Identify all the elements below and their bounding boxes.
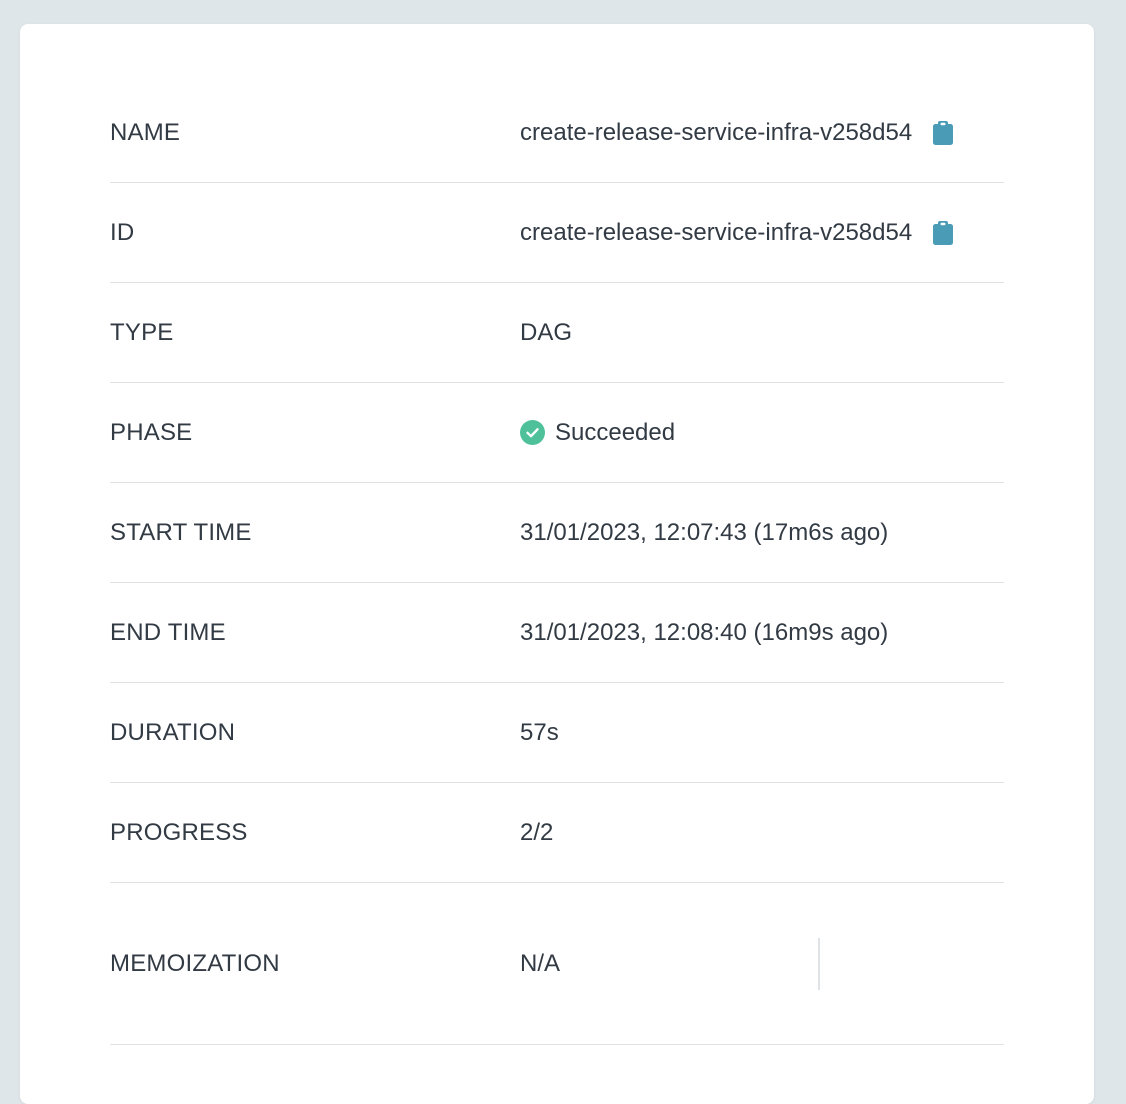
- name-value-group: create-release-service-infra-v258d54: [520, 119, 954, 147]
- detail-row-start-time: START TIME 31/01/2023, 12:07:43 (17m6s a…: [110, 483, 1004, 583]
- progress-value: 2/2: [520, 818, 554, 846]
- detail-row-duration: DURATION 57s: [110, 683, 1004, 783]
- start-time-value: 31/01/2023, 12:07:43 (17m6s ago): [520, 518, 889, 546]
- details-list: NAME create-release-service-infra-v258d5…: [110, 83, 1004, 1045]
- phase-value-group: Succeeded: [520, 419, 675, 447]
- type-value: DAG: [520, 318, 573, 346]
- phase-label: PHASE: [110, 418, 193, 446]
- detail-row-memoization: MEMOIZATION N/A: [110, 883, 1004, 1045]
- end-time-value: 31/01/2023, 12:08:40 (16m9s ago): [520, 618, 889, 646]
- detail-row-progress: PROGRESS 2/2: [110, 783, 1004, 883]
- id-value-group: create-release-service-infra-v258d54: [520, 219, 954, 247]
- id-value: create-release-service-infra-v258d54: [520, 218, 913, 246]
- duration-label: DURATION: [110, 718, 236, 746]
- phase-value: Succeeded: [555, 418, 676, 446]
- progress-label: PROGRESS: [110, 818, 248, 846]
- vertical-divider: [818, 938, 820, 990]
- id-label: ID: [110, 218, 135, 246]
- detail-row-phase: PHASE Succeeded: [110, 383, 1004, 483]
- detail-row-name: NAME create-release-service-infra-v258d5…: [110, 83, 1004, 183]
- node-details-panel: NAME create-release-service-infra-v258d5…: [20, 24, 1094, 1104]
- check-circle-icon: [520, 420, 545, 445]
- type-label: TYPE: [110, 318, 174, 346]
- start-time-label: START TIME: [110, 518, 252, 546]
- detail-row-type: TYPE DAG: [110, 283, 1004, 383]
- memoization-value: N/A: [520, 949, 561, 977]
- detail-row-id: ID create-release-service-infra-v258d54: [110, 183, 1004, 283]
- name-value: create-release-service-infra-v258d54: [520, 118, 913, 146]
- clipboard-icon[interactable]: [932, 120, 954, 146]
- memoization-label: MEMOIZATION: [110, 949, 280, 977]
- name-label: NAME: [110, 118, 181, 146]
- duration-value: 57s: [520, 718, 559, 746]
- clipboard-icon[interactable]: [932, 220, 954, 246]
- detail-row-end-time: END TIME 31/01/2023, 12:08:40 (16m9s ago…: [110, 583, 1004, 683]
- end-time-label: END TIME: [110, 618, 226, 646]
